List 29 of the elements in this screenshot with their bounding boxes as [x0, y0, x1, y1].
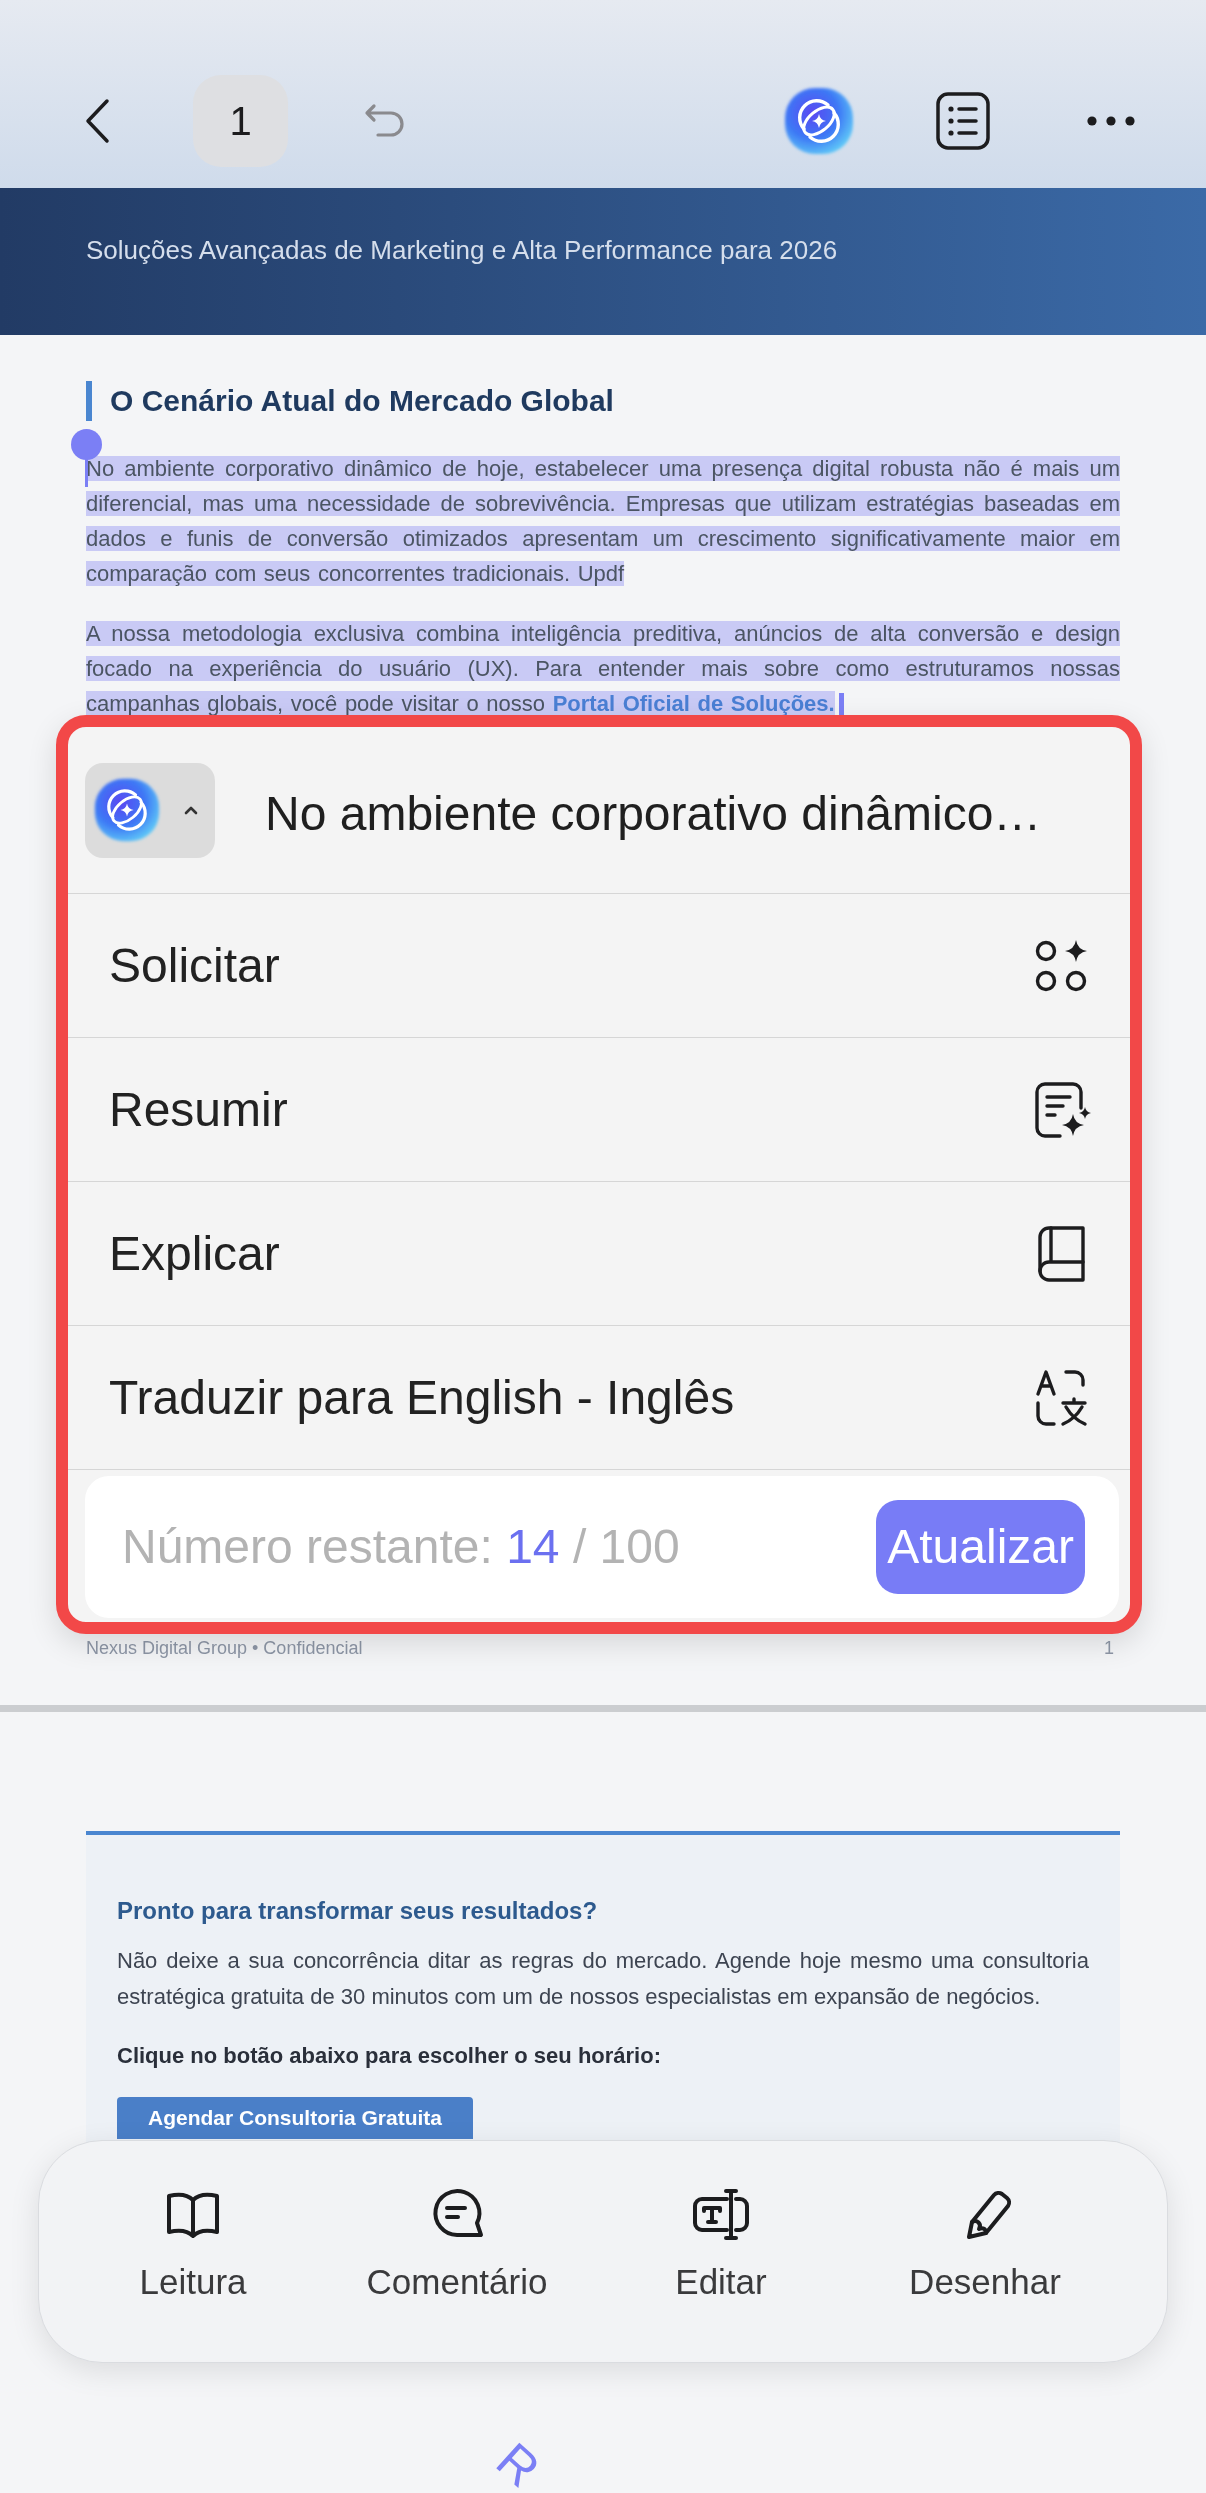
- page-footer-text: Nexus Digital Group • Confidencial: [86, 1638, 363, 1658]
- comment-tool-button[interactable]: Comentário: [325, 2141, 589, 2362]
- selection-preview-text: No ambiente corporativo dinâmico…: [265, 786, 1042, 842]
- reading-tool-button[interactable]: Leitura: [61, 2141, 325, 2362]
- cta-instruction: Clique no botão abaixo para escolher o seu horário:: [117, 2042, 662, 2070]
- ai-assistant-icon[interactable]: [782, 85, 856, 157]
- ai-action-item[interactable]: Explicar: [68, 1181, 1130, 1325]
- list-icon[interactable]: [936, 92, 990, 150]
- ai-action-item[interactable]: Solicitar: [68, 893, 1130, 1037]
- edit-tool-button[interactable]: Editar: [589, 2141, 853, 2362]
- undo-icon[interactable]: [363, 103, 407, 139]
- assistant-mode-button[interactable]: [85, 762, 215, 858]
- back-icon[interactable]: [83, 97, 111, 145]
- ai-action-item[interactable]: Traduzir para English - Inglês: [68, 1325, 1130, 1469]
- draw-tool-button[interactable]: Desenhar: [853, 2141, 1117, 2362]
- section-heading: O Cenário Atual do Mercado Global: [86, 381, 1120, 421]
- page-number: 1: [1104, 1638, 1115, 1658]
- caret-up-icon: [184, 805, 198, 815]
- cta-heading: Pronto para transformar seus resultados?: [117, 1897, 599, 1925]
- page-number-button[interactable]: 1: [193, 75, 288, 167]
- schedule-button[interactable]: Agendar Consultoria Gratuita: [117, 2097, 474, 2139]
- rotated-letter: R: [487, 2434, 549, 2493]
- more-icon[interactable]: [1087, 116, 1135, 126]
- banner-subtitle: Soluções Avançadas de Marketing e Alta Performance para 2026: [86, 235, 838, 265]
- ai-action-item[interactable]: Resumir: [68, 1037, 1130, 1181]
- remaining-quota-text: Número restante: 14 / 100: [122, 1519, 680, 1575]
- selection-end-handle[interactable]: [838, 693, 844, 718]
- cta-paragraph: Não deixe a sua concorrência ditar as regras do mercado. Agende hoje mesmo uma consultoria estratégica gratuita de 30 minutos com um de nossos especialistas em expansão de negócios.: [117, 1947, 1089, 2011]
- ai-assistant-icon: [92, 776, 162, 844]
